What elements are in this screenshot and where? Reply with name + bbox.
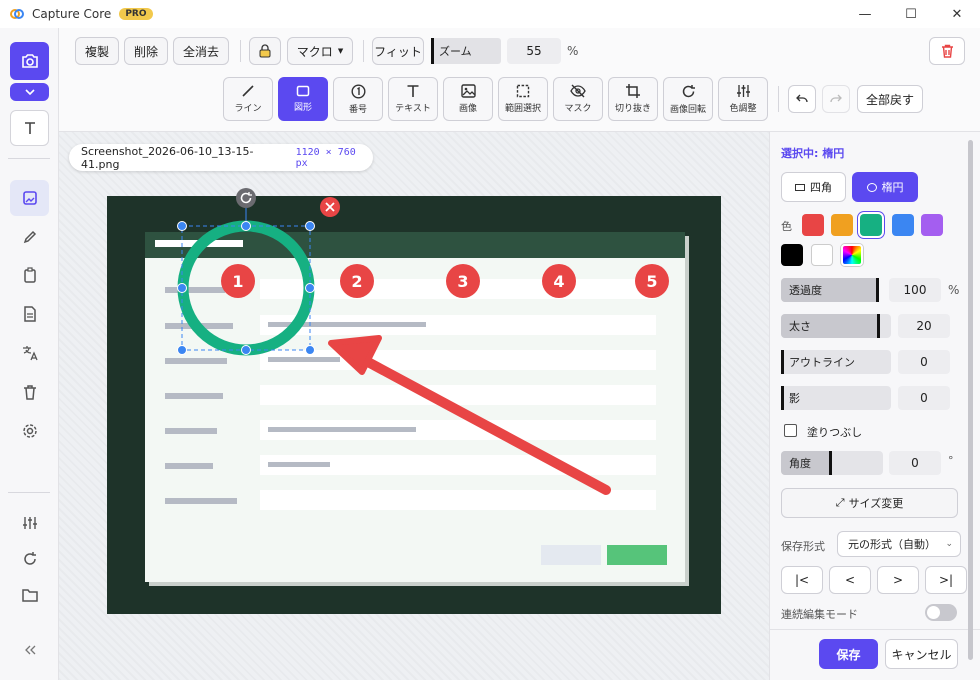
reset-all-button[interactable]: 全部戻す [857, 85, 923, 113]
save-button[interactable]: 保存 [819, 639, 878, 669]
swatch-blue[interactable] [892, 214, 914, 236]
first-icon: |< [794, 573, 810, 587]
marker-5-label: 5 [646, 272, 657, 291]
continuous-mode-toggle[interactable] [925, 604, 957, 621]
rotate-handle-icon[interactable] [236, 188, 256, 208]
angle-slider[interactable]: 角度 [781, 451, 883, 475]
shadow-input[interactable]: 0 [898, 386, 950, 410]
maximize-button[interactable]: ☐ [888, 0, 934, 28]
shape-ellipse-label: 楕円 [881, 181, 904, 194]
shadow-label: 影 [789, 392, 800, 405]
file-info-chip: Screenshot_2026-06-10_13-15-41.png 1120 … [69, 144, 373, 171]
trash-icon [941, 44, 953, 58]
outline-slider[interactable]: アウトライン [781, 350, 891, 374]
minimize-button[interactable]: — [842, 0, 888, 28]
opacity-slider[interactable]: 透過度 [781, 278, 879, 302]
chevron-down-icon: ⌄ [945, 539, 953, 549]
resize-icon: ⤢ [835, 496, 845, 509]
file-name: Screenshot_2026-06-10_13-15-41.png [81, 144, 254, 171]
thickness-slider[interactable]: 太さ [781, 314, 891, 338]
first-image-button[interactable]: |< [781, 566, 823, 594]
prev-image-button[interactable]: < [829, 566, 871, 594]
close-window-button[interactable]: ✕ [934, 0, 980, 28]
resize-handle-bottom-left[interactable] [177, 345, 187, 355]
undo-button[interactable] [788, 85, 816, 113]
number-marker-5[interactable]: 5 [635, 264, 669, 298]
shape-rect-button[interactable]: 四角 [781, 172, 846, 202]
ellipse-icon [866, 182, 877, 192]
chevron-left-icon: < [844, 573, 856, 587]
chevron-right-icon: > [892, 573, 904, 587]
properties-panel: 選択中: 楕円 四角 楕円 色 透過度 100 % 太さ 20 アウトライン 0… [769, 132, 980, 680]
cancel-button[interactable]: キャンセル [885, 639, 958, 669]
shape-rect-label: 四角 [810, 181, 832, 194]
number-marker-1[interactable]: 1 [221, 264, 255, 298]
continuous-mode-label: 連続編集モード [781, 608, 858, 621]
fill-label: 塗りつぶし [807, 426, 863, 439]
undo-icon [796, 94, 808, 103]
swatch-green[interactable] [860, 214, 882, 236]
redo-icon [830, 94, 842, 103]
file-dimensions: 1120 × 760 px [295, 146, 356, 169]
angle-input[interactable]: 0 [889, 451, 941, 475]
save-format-label: 保存形式 [781, 540, 825, 553]
selected-shape-label: 選択中: 楕円 [781, 147, 845, 160]
resize-handle-bottom-right[interactable] [305, 345, 315, 355]
swatch-white[interactable] [811, 244, 833, 266]
thickness-label: 太さ [789, 320, 811, 333]
swatch-custom-color[interactable] [841, 244, 863, 266]
color-label: 色 [781, 220, 792, 233]
swatch-orange[interactable] [831, 214, 853, 236]
marker-1-label: 1 [232, 272, 243, 291]
number-marker-3[interactable]: 3 [446, 264, 480, 298]
delete-shape-icon[interactable] [320, 197, 340, 217]
shape-ellipse-button[interactable]: 楕円 [852, 172, 918, 202]
delete-shape-button[interactable] [929, 37, 965, 65]
swatch-black[interactable] [781, 244, 803, 266]
opacity-unit: % [948, 283, 960, 297]
last-image-button[interactable]: >| [925, 566, 967, 594]
shadow-slider[interactable]: 影 [781, 386, 891, 410]
swatch-purple[interactable] [921, 214, 943, 236]
resize-handle-bottom[interactable] [241, 345, 251, 355]
angle-label: 角度 [789, 457, 811, 470]
arrow-annotation[interactable] [328, 335, 611, 495]
panel-scrollbar[interactable] [968, 136, 975, 676]
resize-handle-top-right[interactable] [305, 221, 315, 231]
marker-4-label: 4 [553, 272, 564, 291]
opacity-label: 透過度 [789, 284, 822, 297]
resize-label: サイズ変更 [848, 497, 904, 510]
swatch-red[interactable] [802, 214, 824, 236]
thickness-input[interactable]: 20 [898, 314, 950, 338]
outline-label: アウトライン [789, 356, 855, 369]
annotation-layer: 1 2 3 4 5 [177, 188, 669, 495]
marker-2-label: 2 [351, 272, 362, 291]
fill-checkbox[interactable] [784, 424, 797, 437]
opacity-input[interactable]: 100 [889, 278, 941, 302]
resize-handle-right[interactable] [305, 283, 315, 293]
resize-handle-top-left[interactable] [177, 221, 187, 231]
last-icon: >| [938, 573, 954, 587]
marker-3-label: 3 [457, 272, 468, 291]
resize-button[interactable]: ⤢ サイズ変更 [781, 488, 958, 518]
angle-unit: ° [948, 454, 954, 467]
number-marker-2[interactable]: 2 [340, 264, 374, 298]
number-marker-4[interactable]: 4 [542, 264, 576, 298]
redo-button[interactable] [822, 85, 850, 113]
resize-handle-top[interactable] [241, 221, 251, 231]
next-image-button[interactable]: > [877, 566, 919, 594]
save-format-value: 元の形式（自動） [848, 538, 936, 551]
save-format-select[interactable]: 元の形式（自動） ⌄ [837, 531, 961, 557]
rectangle-icon [795, 183, 805, 191]
resize-handle-left[interactable] [177, 283, 187, 293]
outline-input[interactable]: 0 [898, 350, 950, 374]
